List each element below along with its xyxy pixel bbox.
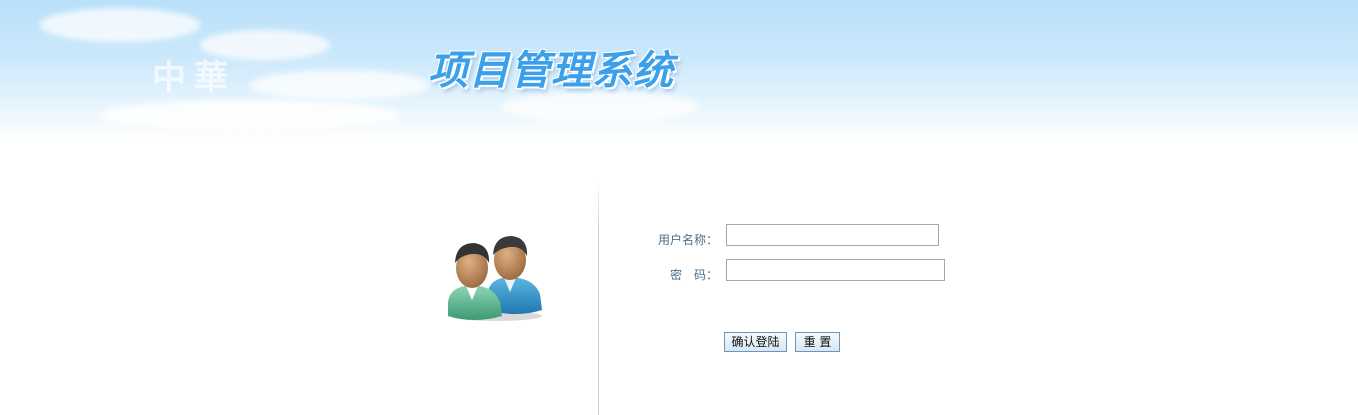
system-title: 项目管理系统 [428, 48, 674, 94]
password-label: 密 码： [669, 268, 718, 282]
password-input[interactable] [726, 259, 945, 281]
header-watermark: 中華 [152, 58, 236, 98]
username-label: 用户名称： [657, 233, 718, 247]
cloud-decoration [100, 100, 400, 130]
submit-login-button[interactable]: 确认登陆 [724, 332, 787, 352]
header-banner: 中華 项目管理系统 [0, 0, 1358, 140]
cloud-decoration [250, 70, 430, 100]
cloud-decoration [40, 8, 200, 42]
username-input[interactable] [726, 224, 939, 246]
login-page: 中華 项目管理系统 用户名称： 密 码： 确认登陆 重 置 [0, 0, 1358, 415]
users-icon [448, 236, 542, 321]
reset-button[interactable]: 重 置 [795, 332, 840, 352]
cloud-decoration [500, 92, 700, 122]
vertical-divider [598, 180, 599, 415]
